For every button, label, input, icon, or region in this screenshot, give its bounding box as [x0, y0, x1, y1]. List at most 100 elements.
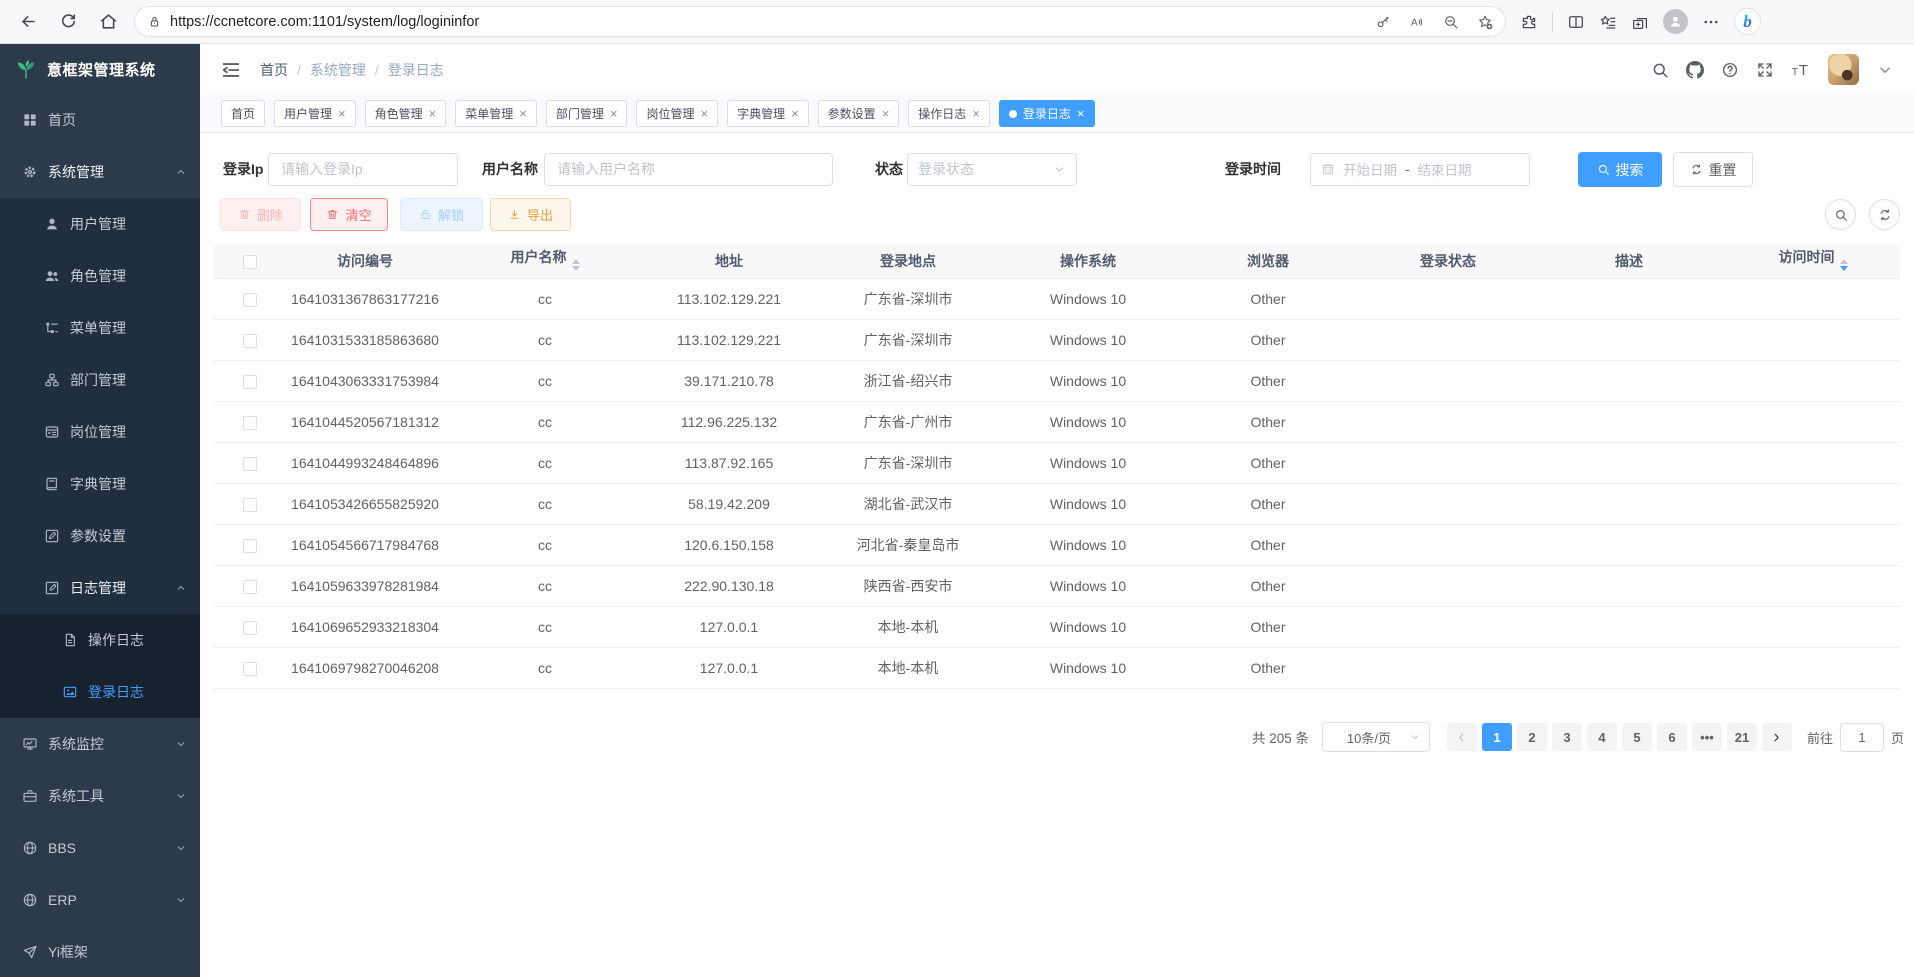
- close-icon[interactable]: [972, 107, 980, 120]
- tab-login-log[interactable]: 登录日志: [999, 100, 1095, 127]
- sort-carets-icon[interactable]: [1840, 255, 1848, 275]
- split-screen-icon[interactable]: [1567, 13, 1585, 31]
- sidebar-item-users[interactable]: 用户管理: [0, 198, 200, 250]
- toggle-search-button[interactable]: [1825, 199, 1856, 230]
- page-button-3[interactable]: 3: [1552, 723, 1582, 751]
- next-page-button[interactable]: [1762, 723, 1792, 751]
- column-header-sortable[interactable]: 用户名称: [444, 245, 646, 278]
- breadcrumb-system[interactable]: 系统管理: [310, 60, 366, 80]
- row-checkbox[interactable]: [243, 539, 257, 553]
- key-icon[interactable]: [1375, 14, 1391, 30]
- extensions-icon[interactable]: [1520, 13, 1538, 31]
- browser-profile-avatar[interactable]: [1663, 9, 1688, 34]
- tab-dictionary-management[interactable]: 字典管理: [727, 100, 809, 127]
- breadcrumb-home[interactable]: 首页: [260, 60, 288, 80]
- url-text[interactable]: https://ccnetcore.com:1101/system/log/lo…: [170, 14, 479, 30]
- browser-reload-button[interactable]: [48, 5, 88, 39]
- sidebar-item-operation-log[interactable]: 操作日志: [0, 614, 200, 666]
- sidebar-item-system-管理[interactable]: 系统管理: [0, 146, 200, 198]
- export-button[interactable]: 导出: [490, 198, 571, 231]
- read-aloud-icon[interactable]: [1409, 14, 1425, 30]
- unlock-button[interactable]: 解锁: [400, 198, 483, 231]
- prev-page-button[interactable]: [1447, 723, 1477, 751]
- sidebar-item-posts[interactable]: 岗位管理: [0, 406, 200, 458]
- caret-down-icon[interactable]: [1876, 61, 1894, 79]
- page-size-select[interactable]: 10条/页: [1322, 722, 1430, 752]
- browser-back-button[interactable]: [8, 5, 48, 39]
- tab-user-management[interactable]: 用户管理: [274, 100, 356, 127]
- close-icon[interactable]: [519, 107, 527, 120]
- sidebar-item-departments[interactable]: 部门管理: [0, 354, 200, 406]
- sidebar-item-home[interactable]: 首页: [0, 94, 200, 146]
- search-button[interactable]: 搜索: [1578, 152, 1662, 187]
- row-checkbox[interactable]: [243, 334, 257, 348]
- sidebar-item-yi-framework[interactable]: Yi框架: [0, 926, 200, 977]
- close-icon[interactable]: [791, 107, 799, 120]
- collections-icon[interactable]: [1631, 13, 1649, 31]
- column-header-sortable[interactable]: 访问时间: [1726, 245, 1900, 278]
- row-checkbox[interactable]: [243, 621, 257, 635]
- close-icon[interactable]: [882, 107, 890, 120]
- more-icon[interactable]: [1702, 13, 1720, 31]
- sidebar-item-dictionary[interactable]: 字典管理: [0, 458, 200, 510]
- collapse-sidebar-icon[interactable]: [220, 59, 242, 81]
- row-checkbox[interactable]: [243, 416, 257, 430]
- user-name-input[interactable]: [544, 153, 833, 186]
- sidebar-item-login-log[interactable]: 登录日志: [0, 666, 200, 718]
- fullscreen-icon[interactable]: [1756, 61, 1774, 79]
- tab-menu-management[interactable]: 菜单管理: [455, 100, 537, 127]
- tab-post-management[interactable]: 岗位管理: [636, 100, 718, 127]
- reset-button[interactable]: 重置: [1673, 152, 1753, 187]
- end-date-placeholder[interactable]: 结束日期: [1418, 159, 1472, 179]
- sidebar-item-tools[interactable]: 系统工具: [0, 770, 200, 822]
- tab-department-management[interactable]: 部门管理: [546, 100, 628, 127]
- sidebar-item-roles[interactable]: 角色管理: [0, 250, 200, 302]
- sidebar-item-parameters[interactable]: 参数设置: [0, 510, 200, 562]
- start-date-placeholder[interactable]: 开始日期: [1343, 159, 1397, 179]
- select-all-checkbox[interactable]: [243, 255, 257, 269]
- help-icon[interactable]: [1721, 61, 1739, 79]
- date-range-picker[interactable]: 开始日期 - 结束日期: [1310, 153, 1530, 186]
- sidebar-item-erp[interactable]: ERP: [0, 874, 200, 926]
- tab-home[interactable]: 首页: [221, 100, 265, 127]
- status-select[interactable]: 登录状态: [907, 153, 1077, 186]
- goto-page-input[interactable]: [1840, 723, 1884, 752]
- page-button-2[interactable]: 2: [1517, 723, 1547, 751]
- row-checkbox[interactable]: [243, 293, 257, 307]
- browser-home-button[interactable]: [88, 5, 128, 39]
- tab-operation-log[interactable]: 操作日志: [908, 100, 990, 127]
- row-checkbox[interactable]: [243, 498, 257, 512]
- search-icon[interactable]: [1651, 61, 1669, 79]
- page-button-1[interactable]: 1: [1482, 723, 1512, 751]
- page-button-4[interactable]: 4: [1587, 723, 1617, 751]
- page-button-21[interactable]: 21: [1727, 723, 1757, 751]
- copilot-icon[interactable]: [1734, 8, 1761, 35]
- login-ip-input[interactable]: [268, 153, 458, 186]
- add-favorite-icon[interactable]: [1477, 14, 1493, 30]
- sidebar-item-log-management[interactable]: 日志管理: [0, 562, 200, 614]
- github-icon[interactable]: [1686, 61, 1704, 79]
- row-checkbox[interactable]: [243, 375, 257, 389]
- page-button-6[interactable]: 6: [1657, 723, 1687, 751]
- user-avatar[interactable]: [1828, 54, 1859, 85]
- close-icon[interactable]: [610, 107, 618, 120]
- sidebar-item-bbs[interactable]: BBS: [0, 822, 200, 874]
- row-checkbox[interactable]: [243, 580, 257, 594]
- row-checkbox[interactable]: [243, 457, 257, 471]
- page-button-5[interactable]: 5: [1622, 723, 1652, 751]
- close-icon[interactable]: [1077, 107, 1085, 120]
- sort-carets-icon[interactable]: [572, 255, 580, 275]
- zoom-out-icon[interactable]: [1443, 14, 1459, 30]
- close-icon[interactable]: [429, 107, 437, 120]
- sidebar-item-menus[interactable]: 菜单管理: [0, 302, 200, 354]
- font-size-icon[interactable]: [1791, 60, 1811, 80]
- close-icon[interactable]: [338, 107, 346, 120]
- row-checkbox[interactable]: [243, 662, 257, 676]
- favorites-icon[interactable]: [1599, 13, 1617, 31]
- clear-button[interactable]: 清空: [310, 198, 388, 231]
- close-icon[interactable]: [700, 107, 708, 120]
- tab-parameter-settings[interactable]: 参数设置: [818, 100, 900, 127]
- tab-role-management[interactable]: 角色管理: [365, 100, 447, 127]
- delete-button[interactable]: 删除: [220, 198, 301, 231]
- more-pages-button[interactable]: •••: [1692, 723, 1722, 751]
